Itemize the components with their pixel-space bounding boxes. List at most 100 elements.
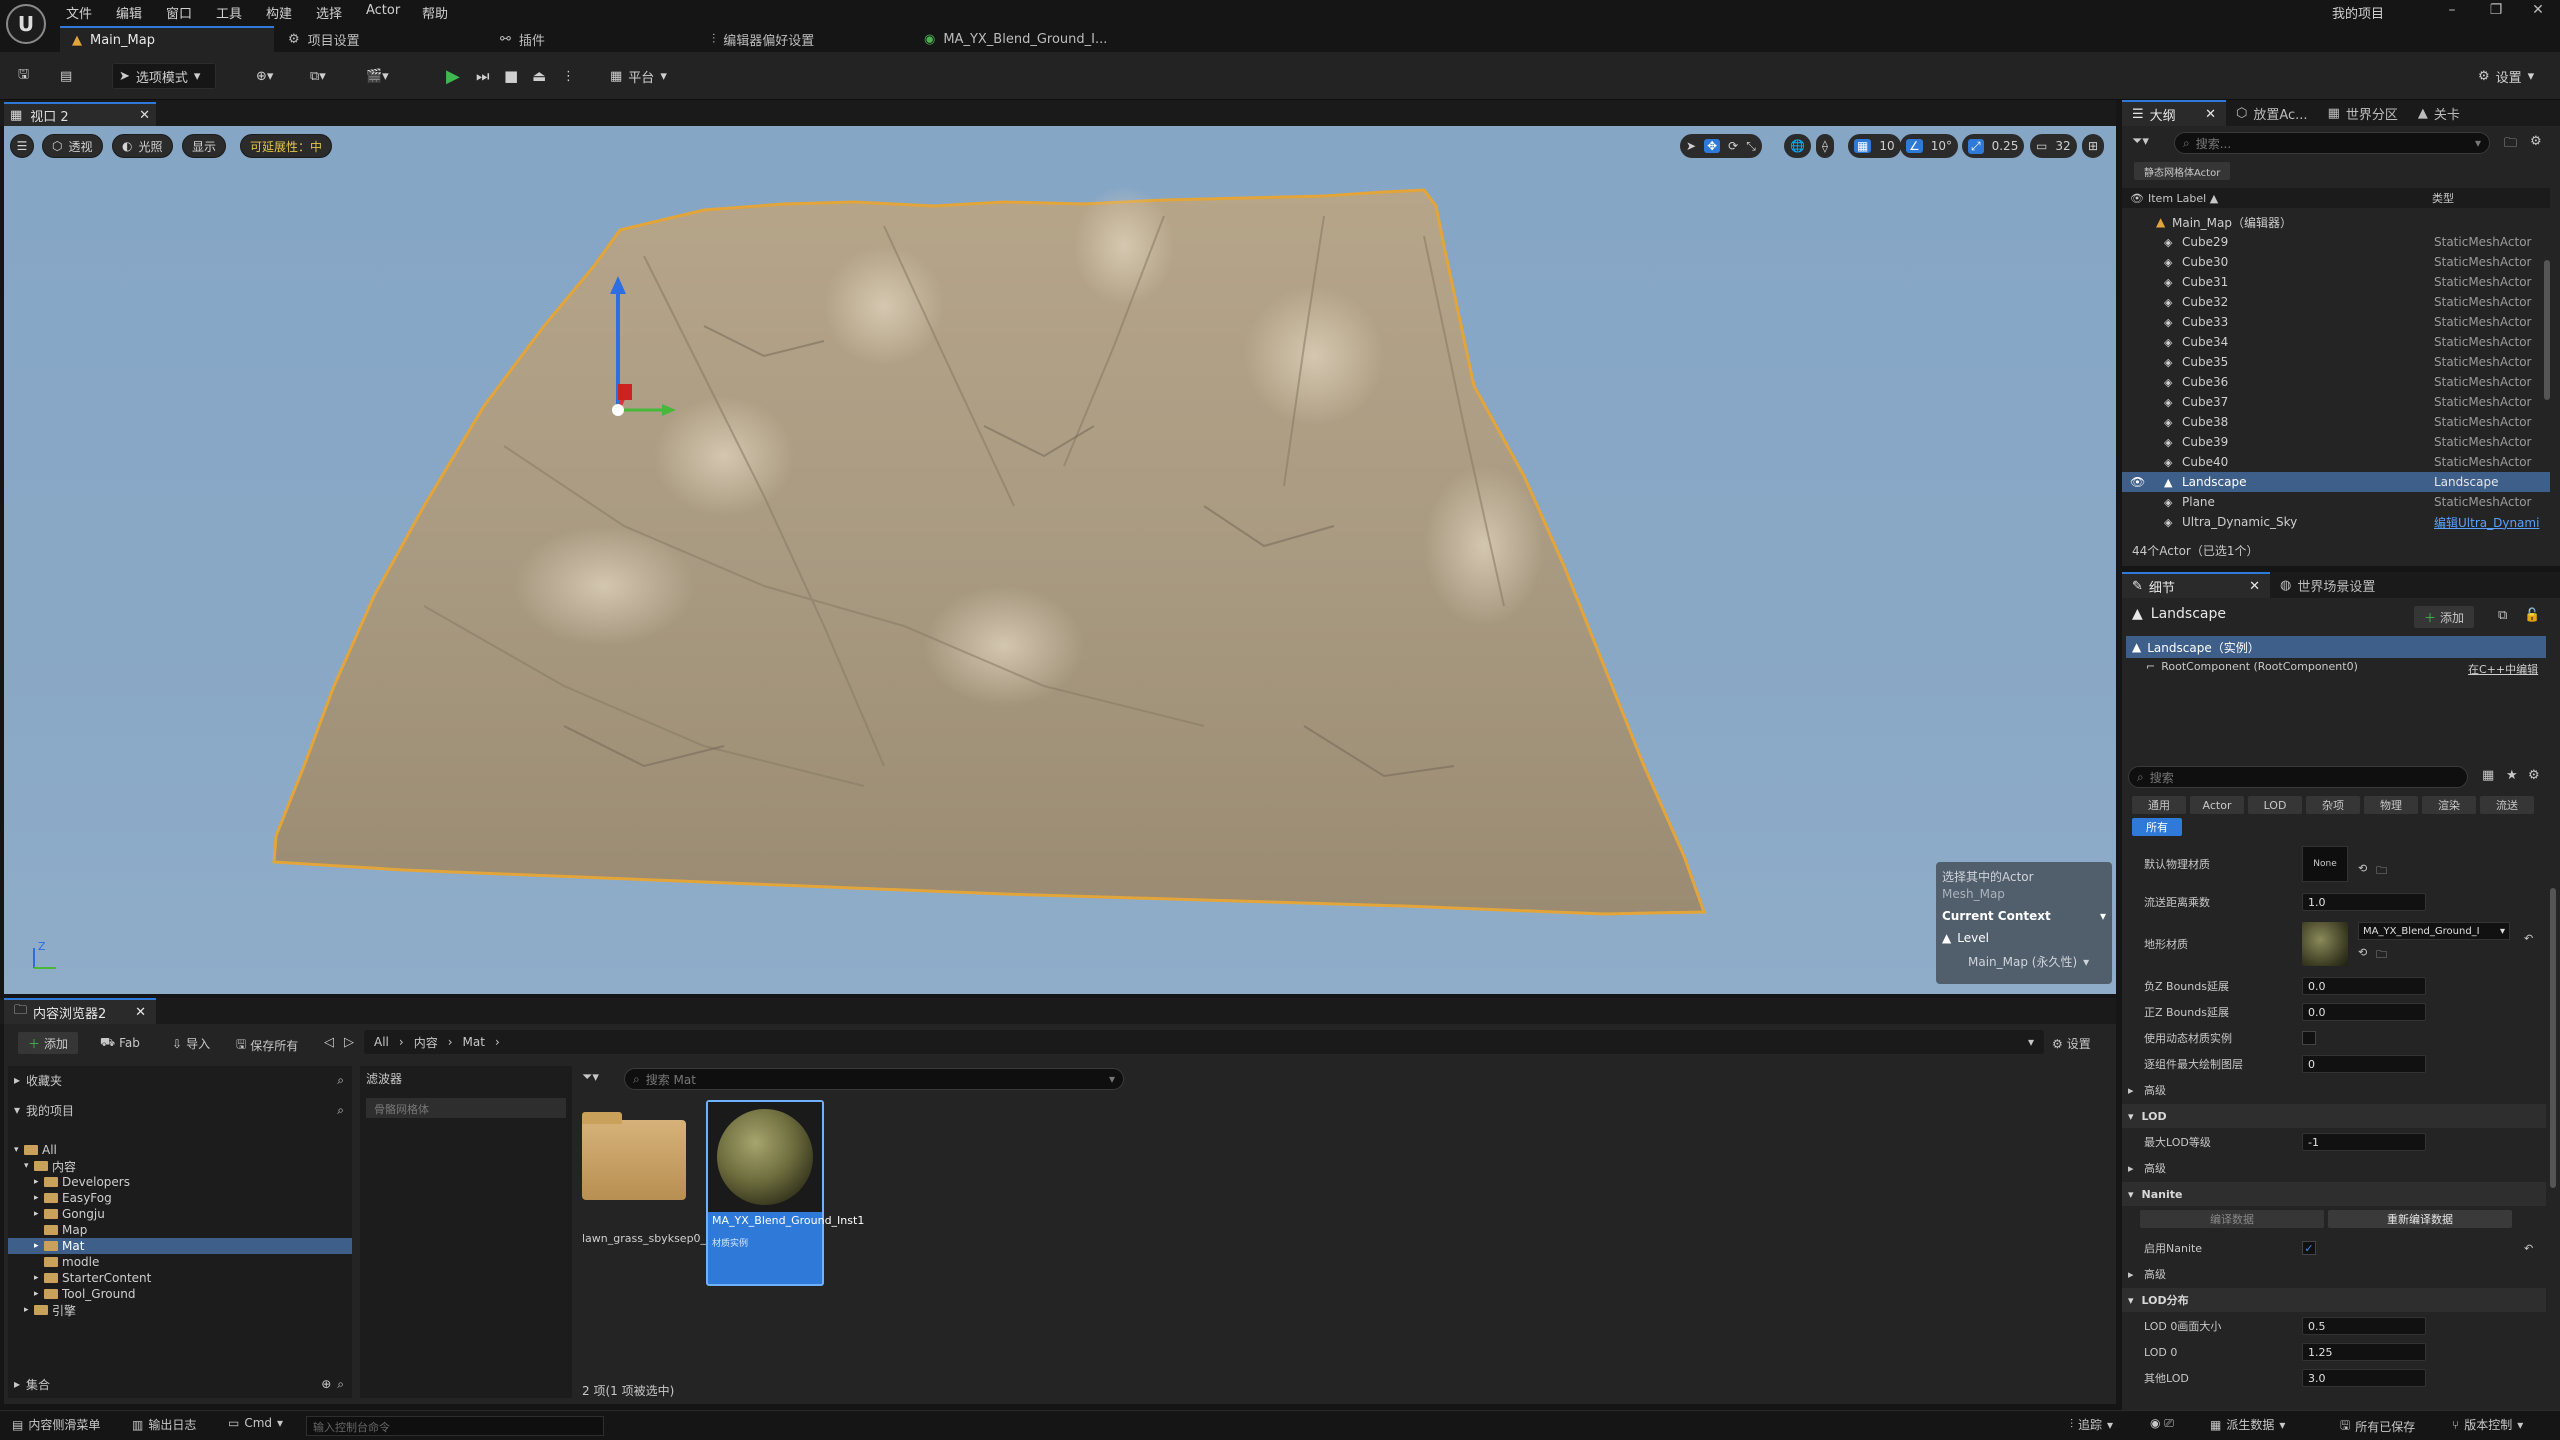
lock-icon[interactable]: 🔓 bbox=[2524, 608, 2540, 623]
filter-render[interactable]: 渲染 bbox=[2422, 796, 2476, 814]
search-icon[interactable]: ⌕ bbox=[337, 1377, 344, 1392]
advanced-expander[interactable]: ▸ 高级 bbox=[2122, 1156, 2542, 1180]
browse-folder-icon[interactable]: 🗀 bbox=[2376, 946, 2387, 965]
tab-content-browser[interactable]: 🗀 内容浏览器2 ✕ bbox=[4, 998, 156, 1024]
outliner-row[interactable]: ◈ Cube40 StaticMeshActor bbox=[2122, 452, 2550, 472]
advanced-expander[interactable]: ▸ 高级 bbox=[2122, 1262, 2542, 1286]
tab-plugins[interactable]: ⚯ 插件 bbox=[488, 26, 557, 52]
output-log-button[interactable]: ▥ 输出日志 bbox=[132, 1416, 196, 1433]
lod0-field[interactable]: 1.25 bbox=[2302, 1343, 2426, 1361]
coord-space-icon[interactable]: 🌐 bbox=[1784, 134, 1811, 158]
dynamic-material-checkbox[interactable] bbox=[2302, 1031, 2316, 1045]
add-collection-icon[interactable]: ⊕ bbox=[321, 1377, 331, 1391]
chevron-right-icon[interactable]: ▸ bbox=[34, 1177, 44, 1187]
outliner-row[interactable]: ◈ Cube34 StaticMeshActor bbox=[2122, 332, 2550, 352]
menu-help[interactable]: 帮助 bbox=[422, 3, 448, 22]
chevron-right-icon[interactable]: ▸ bbox=[34, 1273, 44, 1283]
asset-tile-folder[interactable]: lawn_grass_sbyksep0_4k bbox=[582, 1112, 719, 1284]
chevron-right-icon[interactable]: ▸ bbox=[34, 1193, 44, 1203]
lod0-screen-field[interactable]: 0.5 bbox=[2302, 1317, 2426, 1335]
folder-tree-item[interactable]: ▸ Mat bbox=[8, 1238, 352, 1254]
my-project-header[interactable]: ▾ 我的项目 ⌕ bbox=[14, 1100, 344, 1120]
save-icon[interactable]: 🖫 bbox=[12, 63, 35, 89]
add-button[interactable]: ＋添加 bbox=[18, 1032, 79, 1054]
filter-icon[interactable]: ⏷▾ bbox=[582, 1070, 599, 1085]
outliner-search-input[interactable]: ⌕ 搜索... ▾ bbox=[2174, 132, 2490, 154]
phys-material-thumbnail[interactable]: None bbox=[2302, 846, 2348, 882]
eye-icon[interactable]: 👁 bbox=[2130, 475, 2145, 489]
tab-material-instance[interactable]: ◉ MA_YX_Blend_Ground_I... bbox=[912, 26, 1119, 52]
perspective-button[interactable]: ⬡ 透视 bbox=[42, 134, 103, 158]
outliner-row[interactable]: ◈ Plane StaticMeshActor bbox=[2122, 492, 2550, 512]
filter-all[interactable]: 所有 bbox=[2132, 818, 2182, 836]
collections-header[interactable]: ▸ 集合 ⊕ ⌕ bbox=[14, 1374, 344, 1394]
layout-icon[interactable]: ⊞ bbox=[2082, 134, 2105, 158]
tab-outliner[interactable]: ☰ 大纲 ✕ bbox=[2122, 100, 2226, 126]
search-icon[interactable]: ⌕ bbox=[337, 1103, 344, 1118]
record-icon[interactable]: ◉ ⎚ bbox=[2150, 1416, 2174, 1431]
close-icon[interactable]: ✕ bbox=[2249, 579, 2260, 594]
tab-project-settings[interactable]: ⚙ 项目设置 bbox=[276, 26, 372, 52]
mode-select-button[interactable]: ➤ 选项模式 ▾ bbox=[112, 63, 216, 89]
landscape-material-select[interactable]: MA_YX_Blend_Ground_I ▾ bbox=[2358, 922, 2510, 940]
folder-tree-item[interactable]: ▸ Tool_Ground bbox=[8, 1286, 352, 1302]
eject-icon[interactable]: ⏏ bbox=[526, 63, 552, 89]
folder-tree-item[interactable]: ▸ Gongju bbox=[8, 1206, 352, 1222]
tab-world-settings[interactable]: ◍ 世界场景设置 bbox=[2270, 572, 2385, 598]
scale-snap-button[interactable]: ⤢ 0.25 bbox=[1962, 134, 2025, 158]
rotate-icon[interactable]: ⟳ bbox=[1728, 139, 1738, 153]
play-icon[interactable]: ▶ bbox=[440, 63, 466, 89]
gear-icon[interactable]: ⚙ bbox=[2530, 134, 2542, 149]
folder-tree-item[interactable]: ▸ EasyFog bbox=[8, 1190, 352, 1206]
add-component-button[interactable]: ＋添加 bbox=[2414, 606, 2475, 628]
breadcrumb-item[interactable]: 内容 bbox=[414, 1034, 438, 1051]
cmd-select[interactable]: ▭ Cmd ▾ bbox=[228, 1416, 283, 1430]
col-item-label[interactable]: Item Label ▲ bbox=[2148, 192, 2218, 205]
filter-item-skeletal-mesh[interactable]: 骨骼网格体 bbox=[366, 1098, 566, 1118]
select-icon[interactable]: ➤ bbox=[1686, 139, 1696, 153]
star-icon[interactable]: ★ bbox=[2506, 768, 2518, 783]
folder-tree-item[interactable]: ▾ 内容 bbox=[8, 1158, 352, 1174]
breadcrumb-item[interactable]: Mat bbox=[463, 1035, 485, 1049]
console-command-input[interactable]: 输入控制台命令 bbox=[306, 1416, 604, 1436]
other-lod-field[interactable]: 3.0 bbox=[2302, 1369, 2426, 1387]
filter-lod[interactable]: LOD bbox=[2248, 796, 2302, 814]
stream-distance-field[interactable]: 1.0 bbox=[2302, 893, 2426, 911]
chevron-down-icon[interactable]: ▾ bbox=[14, 1145, 24, 1155]
cb-settings-button[interactable]: ⚙ 设置 bbox=[2052, 1035, 2091, 1052]
outliner-row[interactable]: ◈ Cube36 StaticMeshActor bbox=[2122, 372, 2550, 392]
section-lod-distribution[interactable]: ▾ LOD分布 bbox=[2122, 1288, 2546, 1312]
rotation-snap-button[interactable]: ∠ 10° bbox=[1900, 134, 1959, 158]
outliner-row[interactable]: ◈ Cube38 StaticMeshActor bbox=[2122, 412, 2550, 432]
table-view-icon[interactable]: ▦ bbox=[2482, 768, 2494, 783]
source-control-button[interactable]: ⑂ 版本控制 ▾ bbox=[2452, 1416, 2523, 1433]
filter-icon[interactable]: ⏷▾ bbox=[2132, 134, 2149, 149]
asset-search-input[interactable]: ⌕ 搜索 Mat ▾ bbox=[624, 1068, 1124, 1090]
col-type[interactable]: 类型 bbox=[2432, 190, 2454, 206]
more-options-icon[interactable]: ⋮ bbox=[556, 63, 581, 89]
menu-actor[interactable]: Actor bbox=[366, 3, 400, 18]
grid-snap-button[interactable]: ▦ 10 bbox=[1848, 134, 1901, 158]
filter-actor[interactable]: Actor bbox=[2190, 796, 2244, 814]
derived-data-button[interactable]: ▦ 派生数据 ▾ bbox=[2210, 1416, 2285, 1433]
filter-chip[interactable]: 静态网格体Actor bbox=[2134, 162, 2231, 180]
tab-editor-prefs[interactable]: ⫶ 编辑器偏好设置 bbox=[700, 26, 826, 52]
enable-nanite-checkbox[interactable]: ✓ bbox=[2302, 1241, 2316, 1255]
reset-icon[interactable]: ↶ bbox=[2524, 932, 2533, 945]
outliner-row[interactable]: ◈ Cube37 StaticMeshActor bbox=[2122, 392, 2550, 412]
outliner-row[interactable]: ◈ Cube35 StaticMeshActor bbox=[2122, 352, 2550, 372]
add-folder-icon[interactable]: 🗀 bbox=[2504, 134, 2517, 156]
blueprint-icon[interactable]: ⧉▾ bbox=[304, 63, 332, 89]
section-nanite[interactable]: ▾ Nanite bbox=[2122, 1182, 2546, 1206]
current-context-header[interactable]: Current Context ▾ bbox=[1942, 909, 2106, 923]
close-icon[interactable]: ✕ bbox=[2205, 107, 2216, 122]
lit-button[interactable]: ◐ 光照 bbox=[112, 134, 173, 158]
history-back-icon[interactable]: ◁ bbox=[324, 1035, 334, 1050]
menu-file[interactable]: 文件 bbox=[66, 3, 92, 22]
folder-tree-item[interactable]: Map bbox=[8, 1222, 352, 1238]
breadcrumb-item[interactable]: All bbox=[374, 1035, 389, 1049]
chevron-down-icon[interactable]: ▾ bbox=[2028, 1035, 2034, 1049]
tab-place-actors[interactable]: ⬡ 放置Ac... bbox=[2226, 100, 2318, 126]
close-icon[interactable]: ✕ bbox=[135, 1005, 146, 1020]
trace-button[interactable]: ⫶ 追踪 ▾ bbox=[2070, 1416, 2113, 1433]
